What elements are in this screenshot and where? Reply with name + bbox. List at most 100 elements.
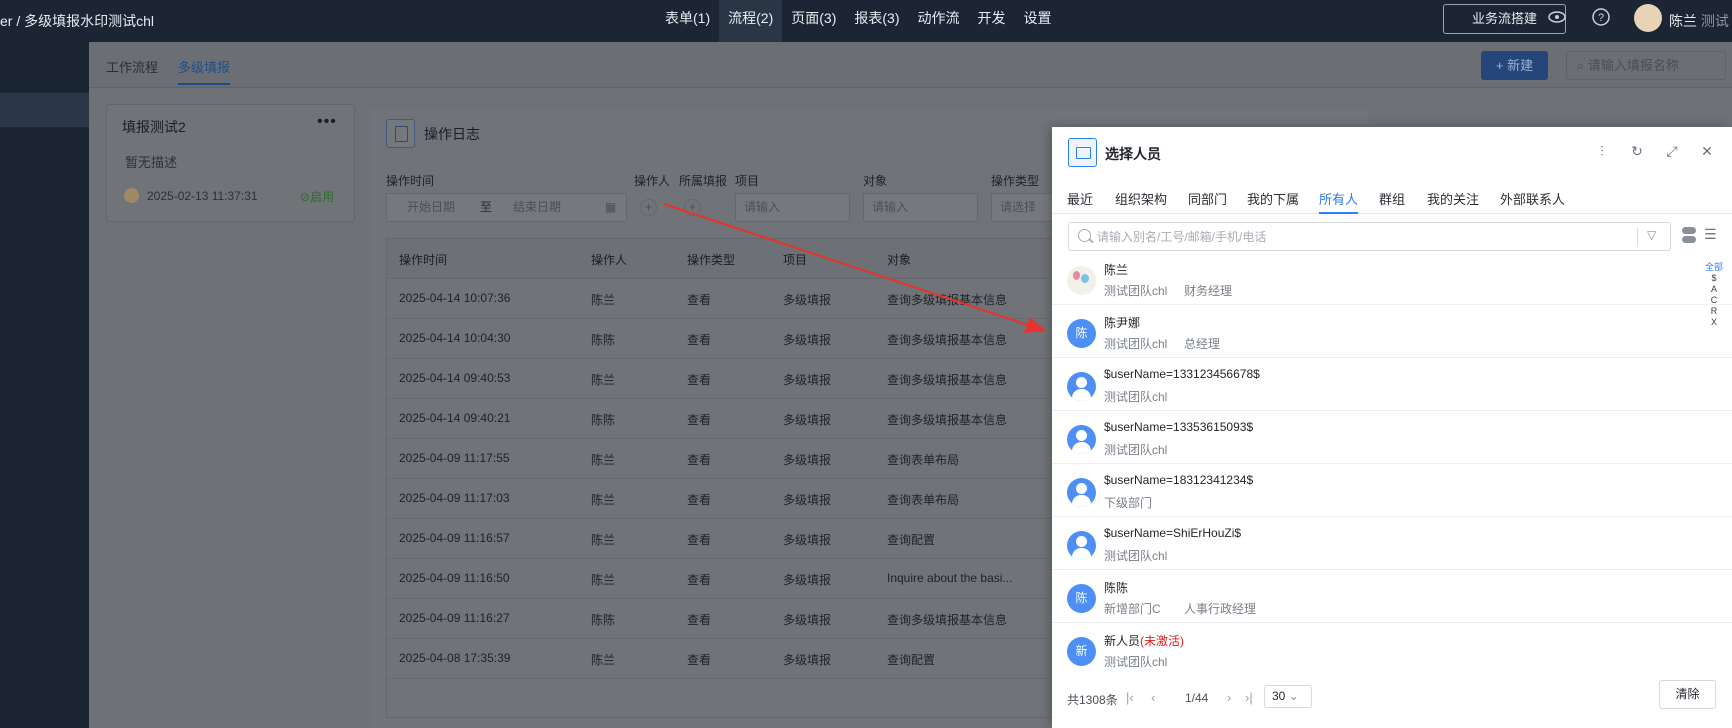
- user-name[interactable]: 陈兰 测试: [1669, 11, 1729, 31]
- nav-reports[interactable]: 报表(3): [845, 0, 908, 42]
- row-object: 查询多级填报基本信息: [887, 293, 1008, 307]
- list-item[interactable]: $userName=ShiErHouZi$ 测试团队chl: [1052, 522, 1732, 570]
- tab-recent[interactable]: 最近: [1067, 189, 1093, 208]
- list-item[interactable]: $userName=18312341234$ 下级部门: [1052, 469, 1732, 517]
- person-name: 陈尹娜: [1104, 316, 1141, 330]
- nav-settings[interactable]: 设置: [1015, 0, 1061, 42]
- prev-page-icon[interactable]: ‹: [1151, 690, 1155, 705]
- alpha-index-item[interactable]: 全部: [1704, 262, 1724, 273]
- tab-same-dept[interactable]: 同部门: [1188, 189, 1227, 208]
- row-type: 查看: [687, 413, 712, 427]
- top-nav: 表单(1) 流程(2) 页面(3) 报表(3) 动作流 开发 设置: [656, 0, 1061, 42]
- row-type: 查看: [687, 333, 712, 347]
- row-type: 查看: [687, 493, 712, 507]
- row-object: 查询多级填报基本信息: [887, 413, 1008, 427]
- list-item[interactable]: $userName=133123456678$ 测试团队chl: [1052, 363, 1732, 411]
- row-operator: 陈兰: [591, 493, 616, 507]
- toggle-view-icon[interactable]: [1682, 227, 1697, 244]
- object-input[interactable]: 请输入: [863, 193, 978, 222]
- page-indicator: 1/44: [1185, 691, 1209, 705]
- nav-flows[interactable]: 流程(2): [719, 0, 783, 42]
- filter-icon[interactable]: ▽: [1647, 228, 1656, 242]
- row-operator: 陈陈: [591, 613, 616, 627]
- top-bar: er / 多级填报水印测试chl 表单(1) 流程(2) 页面(3) 报表(3)…: [0, 0, 1732, 42]
- new-button[interactable]: + 新建: [1481, 51, 1548, 80]
- person-dept: 测试团队chl: [1104, 284, 1168, 298]
- settings-sliders-icon[interactable]: ⫶: [1593, 142, 1611, 160]
- total-count: 共1308条: [1067, 693, 1118, 707]
- tab-everyone[interactable]: 所有人: [1319, 189, 1359, 214]
- person-name: $userName=13353615093$: [1104, 420, 1254, 434]
- list-item[interactable]: 陈陈尹娜 测试团队chl 总经理: [1052, 310, 1732, 358]
- last-page-icon[interactable]: ›|: [1245, 690, 1253, 705]
- nav-forms[interactable]: 表单(1): [656, 0, 719, 42]
- tab-org[interactable]: 组织架构: [1115, 189, 1167, 208]
- list-sort-icon[interactable]: ☰: [1704, 226, 1717, 243]
- refresh-icon[interactable]: ↻: [1628, 142, 1646, 160]
- row-project: 多级填报: [783, 493, 832, 507]
- calendar-icon: ▦: [605, 200, 617, 214]
- user-avatar[interactable]: [1634, 4, 1662, 32]
- row-operator: 陈兰: [591, 373, 616, 387]
- nav-pages[interactable]: 页面(3): [782, 0, 845, 42]
- nav-action-flow[interactable]: 动作流: [909, 0, 969, 42]
- person-name: $userName=18312341234$: [1104, 473, 1254, 487]
- row-time: 2025-04-09 11:17:03: [399, 491, 510, 505]
- list-item[interactable]: 陈陈陈 新增部门C 人事行政经理: [1052, 575, 1732, 623]
- row-object: 查询配置: [887, 533, 936, 547]
- document-icon: [386, 119, 415, 148]
- page-size-select[interactable]: 30 ⌄: [1264, 685, 1312, 708]
- tab-groups[interactable]: 群组: [1379, 189, 1405, 208]
- search-icon: [1078, 229, 1091, 242]
- pagination: 共1308条 |‹ ‹ 1/44 › ›| 30 ⌄ 清除: [1052, 680, 1732, 720]
- row-project: 多级填报: [783, 653, 832, 667]
- type-select[interactable]: 请选择: [991, 193, 1053, 222]
- person-search-input[interactable]: [1097, 223, 1617, 250]
- row-time: 2025-04-14 10:07:36: [399, 291, 511, 305]
- person-dept: 测试团队chl: [1104, 337, 1168, 351]
- status-badge: ⊘启用: [300, 190, 335, 204]
- tab-multilevel-fill[interactable]: 多级填报: [178, 57, 231, 85]
- project-input[interactable]: 请输入: [735, 193, 850, 222]
- dialog-tabs: 最近 组织架构 同部门 我的下属 所有人 群组 我的关注 外部联系人: [1052, 178, 1732, 214]
- tab-external-contacts[interactable]: 外部联系人: [1500, 189, 1565, 208]
- tab-workflow[interactable]: 工作流程: [106, 57, 158, 76]
- alpha-index-item[interactable]: R: [1704, 306, 1724, 317]
- alpha-index-item[interactable]: $: [1704, 273, 1724, 284]
- help-icon[interactable]: ?: [1590, 8, 1612, 30]
- alpha-index-item[interactable]: A: [1704, 284, 1724, 295]
- fill-search-input[interactable]: ⌕ 请输入填报名称: [1566, 51, 1726, 80]
- alpha-index-item[interactable]: X: [1704, 317, 1724, 328]
- person-name: $userName=133123456678$: [1104, 367, 1260, 381]
- date-range-picker[interactable]: 开始日期 至 结束日期 ▦: [386, 193, 627, 222]
- person-dept: 测试团队chl: [1104, 390, 1168, 404]
- fill-card[interactable]: 填报测试2 ••• 暂无描述 2025-02-13 11:37:31 ⊘启用: [106, 104, 355, 222]
- person-dept: 新增部门C: [1104, 602, 1161, 616]
- list-item[interactable]: 陈兰 测试团队chl 财务经理: [1052, 257, 1732, 305]
- more-icon[interactable]: •••: [317, 113, 337, 131]
- creator-avatar: [124, 188, 139, 203]
- list-item[interactable]: $userName=13353615093$ 测试团队chl: [1052, 416, 1732, 464]
- first-page-icon[interactable]: |‹: [1126, 690, 1134, 705]
- tab-my-subordinates[interactable]: 我的下属: [1247, 189, 1299, 208]
- list-item[interactable]: 新新人员(未激活) 测试团队chl: [1052, 628, 1732, 671]
- next-page-icon[interactable]: ›: [1227, 690, 1231, 705]
- expand-icon[interactable]: ⤢: [1663, 142, 1681, 160]
- tab-my-follows[interactable]: 我的关注: [1427, 189, 1479, 208]
- breadcrumb: er / 多级填报水印测试chl: [0, 13, 155, 29]
- chevron-down-icon: ⌄: [1288, 689, 1299, 703]
- clear-button[interactable]: 清除: [1659, 680, 1716, 709]
- add-operator-icon[interactable]: +: [640, 199, 657, 216]
- time-filter-label: 操作时间: [386, 174, 435, 188]
- row-time: 2025-04-09 11:16:57: [399, 531, 510, 545]
- row-project: 多级填报: [783, 613, 832, 627]
- nav-develop[interactable]: 开发: [969, 0, 1015, 42]
- alpha-index-item[interactable]: C: [1704, 295, 1724, 306]
- left-rail-selected-item[interactable]: [0, 93, 89, 127]
- eye-icon[interactable]: [1546, 8, 1568, 30]
- row-project: 多级填报: [783, 413, 832, 427]
- row-object: 查询配置: [887, 653, 936, 667]
- column-object: 对象: [887, 253, 912, 267]
- close-icon[interactable]: ✕: [1698, 142, 1716, 160]
- add-filled-icon[interactable]: +: [684, 199, 701, 216]
